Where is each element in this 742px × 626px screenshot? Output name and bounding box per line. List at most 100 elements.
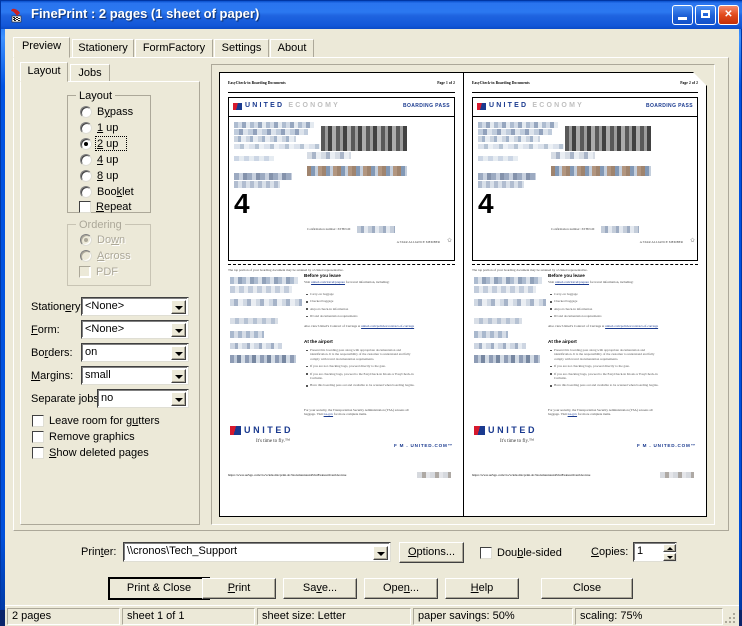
tab-stationery[interactable]: Stationery [72, 39, 134, 58]
preview-sheet[interactable]: EasyCheck-in Boarding Documents Page 1 o… [219, 72, 707, 517]
redacted-text [230, 299, 302, 306]
checkbox-label: Double-sided [497, 547, 562, 559]
united-travel-link[interactable]: united.com/travel/prepare [555, 280, 589, 284]
separate-jobs-label: Separate jobs: [31, 393, 102, 405]
close-window-button[interactable]: ✕ [718, 5, 739, 25]
save-button[interactable]: Save... [283, 578, 357, 599]
copies-stepper[interactable] [663, 544, 676, 561]
redacted-text [230, 331, 264, 338]
help-button[interactable]: Help [445, 578, 519, 599]
contract-link[interactable]: united.com/policies/contract-of-carriage [361, 324, 414, 328]
form-label: Form: [31, 324, 60, 336]
confirmation-number: Confirmation number: XTHJLM [307, 227, 351, 231]
separate-jobs-combo[interactable]: no [97, 389, 189, 408]
checkbox-indicator [480, 547, 492, 559]
maximize-button[interactable] [695, 5, 716, 25]
seat-number: 4 [478, 188, 494, 219]
chevron-down-icon[interactable] [171, 323, 186, 337]
radio-label: Down [97, 234, 126, 246]
minimize-button[interactable] [672, 5, 693, 25]
redacted-text [474, 343, 526, 349]
print-button[interactable]: Print [202, 578, 276, 599]
stationery-combo[interactable]: <None> [81, 297, 189, 316]
margins-label: Margins: [31, 370, 74, 382]
before-you-leave-title: Before you leave [548, 273, 585, 278]
margins-value: small [85, 369, 111, 381]
resize-grip-icon[interactable] [723, 611, 737, 625]
print-preview-area[interactable]: EasyCheck-in Boarding Documents Page 1 o… [211, 64, 715, 525]
redacted-text [478, 144, 564, 149]
subtab-layout[interactable]: Layout [20, 62, 68, 82]
checkbox-indicator [32, 447, 44, 459]
contract-link[interactable]: united.com/policies/contract-of-carriage [605, 324, 658, 328]
tab-about[interactable]: About [270, 39, 314, 58]
tab-settings[interactable]: Settings [214, 39, 269, 58]
printer-combo[interactable]: \\cronos\Tech_Support [123, 542, 391, 562]
chevron-down-icon[interactable] [373, 546, 388, 560]
open-button[interactable]: Open... [364, 578, 438, 599]
list-item: Present this boarding pass along with ap… [550, 348, 660, 361]
preview-page-1[interactable]: EasyCheck-in Boarding Documents Page 1 o… [220, 73, 463, 516]
form-combo[interactable]: <None> [81, 320, 189, 339]
chevron-down-icon[interactable] [171, 392, 186, 406]
status-sheet-size: sheet size: Letter [257, 608, 411, 625]
stepper-down-icon[interactable] [663, 553, 676, 561]
redacted-text [230, 355, 296, 363]
radio-indicator [80, 138, 92, 150]
before-you-leave-items: Carry-on baggage Checked baggage Airport… [306, 292, 414, 319]
checkbox-label: Show deleted pages [49, 447, 149, 459]
radio-indicator [80, 250, 92, 262]
boarding-pass-tag: BOARDING PASS [402, 103, 450, 109]
redacted-text [234, 156, 274, 161]
options-button[interactable]: Options... [399, 542, 464, 563]
title-bar: FinePrint : 2 pages (1 sheet of paper) ✕ [1, 1, 742, 29]
tsa-link[interactable]: tsa.gov [568, 412, 577, 416]
radio-label: Booklet [97, 186, 134, 198]
redacted-text [230, 343, 282, 349]
united-travel-link[interactable]: united.com/travel/prepare [311, 280, 345, 284]
layout-options-panel: Layout Bypass 1 up 2 up 4 up 8 up Bookle… [20, 81, 200, 525]
radio-indicator [80, 170, 92, 182]
list-item: Have this boarding pass out and availabl… [550, 383, 660, 387]
tsa-note: For your security, the Transportation Se… [304, 408, 409, 417]
at-the-airport-title: At the airport [304, 339, 333, 344]
detach-line [228, 264, 455, 265]
preview-page-2[interactable]: EasyCheck-in Boarding Documents Page 2 o… [463, 73, 706, 516]
printer-row: Printer: \\cronos\Tech_Support Options..… [13, 535, 729, 569]
ordering-group-title: Ordering [76, 219, 125, 231]
footer-url: https://www.uaSgo.com/cto/vclelsoldo/pri… [228, 473, 347, 477]
status-bar: 2 pages sheet 1 of 1 sheet size: Letter … [5, 605, 739, 626]
tsa-link[interactable]: tsa.gov [324, 412, 333, 416]
list-item: ID and documentation requirements [550, 314, 658, 318]
redacted-text [234, 181, 280, 188]
print-and-close-button[interactable]: Print & Close [108, 577, 210, 600]
redacted-text [474, 355, 540, 363]
redacted-text [234, 136, 296, 142]
redacted-text [601, 226, 639, 233]
tsa-note: For your security, the Transportation Se… [548, 408, 653, 417]
radio-label: Bypass [97, 106, 134, 118]
footer-tagline: It's time to fly.™ [256, 439, 290, 444]
list-item: Airport check-in information [550, 307, 658, 311]
stepper-up-icon[interactable] [663, 544, 676, 552]
list-item: ID and documentation requirements [306, 314, 414, 318]
tab-formfactory[interactable]: FormFactory [135, 39, 213, 58]
footer-url: https://www.uaSgo.com/cto/vclelsoldo/pri… [472, 473, 591, 477]
redacted-text [357, 226, 395, 233]
copies-label: Copies: [591, 546, 629, 558]
stationery-label: Stationery: [31, 301, 84, 313]
tab-preview[interactable]: Preview [13, 37, 70, 58]
fineprint-icon [11, 8, 22, 23]
subtab-jobs[interactable]: Jobs [70, 64, 110, 82]
redacted-text [307, 152, 351, 159]
chevron-down-icon[interactable] [171, 346, 186, 360]
borders-combo[interactable]: on [81, 343, 189, 362]
margins-combo[interactable]: small [81, 366, 189, 385]
list-item: If you are not checking bags, proceed di… [550, 364, 660, 368]
chevron-down-icon[interactable] [171, 300, 186, 314]
united-brand: UNITED ECONOMY [489, 102, 584, 109]
close-button[interactable]: Close [541, 578, 633, 599]
chevron-down-icon[interactable] [171, 369, 186, 383]
before-you-leave-items: Carry-on baggage Checked baggage Airport… [550, 292, 658, 319]
page-header-left: EasyCheck-in Boarding Documents [472, 81, 530, 85]
